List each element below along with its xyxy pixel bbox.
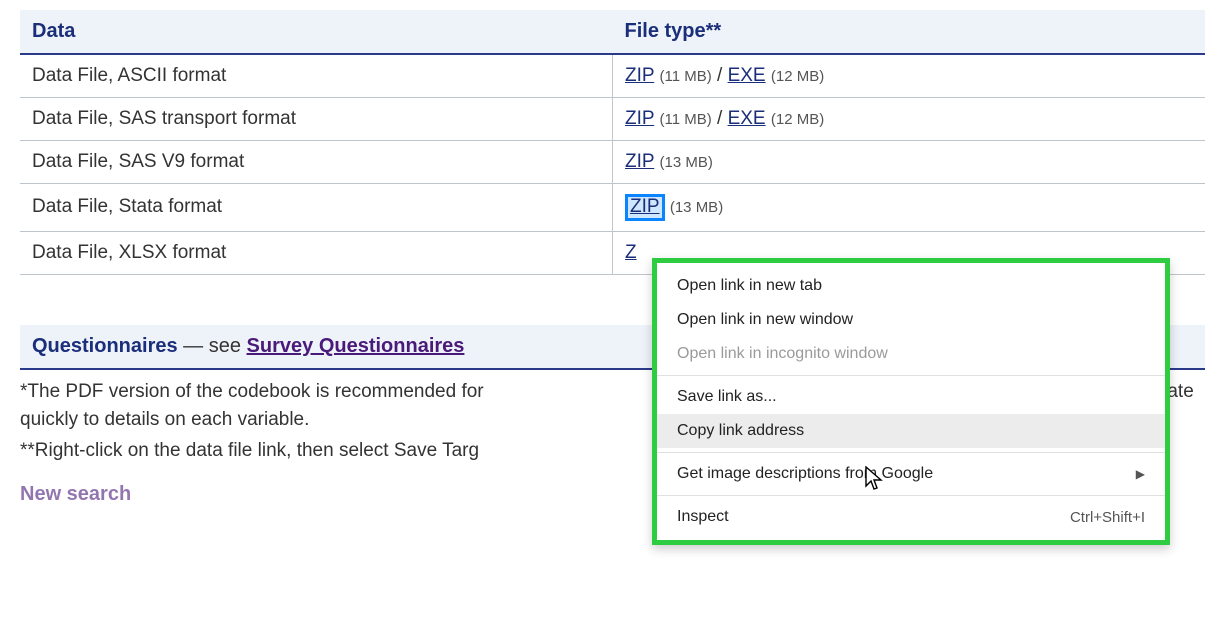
file-type-cell: ZIP (13 MB)	[613, 184, 1206, 232]
context-menu: Open link in new tab Open link in new win…	[652, 258, 1170, 545]
table-row: Data File, SAS V9 formatZIP (13 MB)	[20, 141, 1205, 184]
separator: /	[717, 65, 722, 86]
context-menu-item[interactable]: Copy link address	[657, 414, 1165, 448]
file-link[interactable]: ZIP	[625, 65, 654, 86]
data-label: Data File, SAS transport format	[20, 98, 613, 141]
file-size: (11 MB)	[660, 111, 712, 128]
context-menu-item[interactable]: Inspect Ctrl+Shift+I	[657, 500, 1165, 534]
file-link[interactable]: EXE	[728, 108, 766, 129]
data-label: Data File, SAS V9 format	[20, 141, 613, 184]
dash: —	[183, 335, 209, 357]
file-link[interactable]: EXE	[728, 65, 766, 86]
data-table: Data File type** Data File, ASCII format…	[20, 10, 1205, 275]
table-row: Data File, Stata formatZIP (13 MB)	[20, 184, 1205, 232]
context-menu-item[interactable]: Open link in new tab	[657, 269, 1165, 303]
context-menu-separator	[657, 452, 1165, 453]
file-size: (11 MB)	[660, 68, 712, 85]
file-type-cell: ZIP (11 MB) / EXE (12 MB)	[613, 98, 1206, 141]
context-menu-item[interactable]: Save link as...	[657, 380, 1165, 414]
context-menu-label: Inspect	[677, 508, 729, 526]
table-row: Data File, SAS transport formatZIP (11 M…	[20, 98, 1205, 141]
file-link[interactable]: ZIP	[625, 151, 654, 172]
data-label: Data File, Stata format	[20, 184, 613, 232]
data-label: Data File, XLSX format	[20, 231, 613, 274]
context-menu-label: Save link as...	[677, 388, 777, 406]
table-row: Data File, ASCII formatZIP (11 MB) / EXE…	[20, 54, 1205, 98]
separator: /	[717, 108, 722, 129]
context-menu-separator	[657, 375, 1165, 376]
file-size: (12 MB)	[771, 111, 824, 128]
file-link[interactable]: ZIP	[630, 196, 660, 217]
context-menu-label: Open link in new tab	[677, 277, 822, 295]
context-menu-label: Open link in incognito window	[677, 345, 888, 363]
file-size: (12 MB)	[771, 68, 824, 85]
context-menu-label: Open link in new window	[677, 311, 853, 329]
see-text: see	[209, 335, 241, 357]
file-link[interactable]: ZIP	[625, 108, 654, 129]
file-link[interactable]: Z	[625, 242, 637, 263]
survey-questionnaires-link[interactable]: Survey Questionnaires	[247, 335, 465, 357]
file-type-cell: ZIP (11 MB) / EXE (12 MB)	[613, 54, 1206, 98]
context-menu-label: Get image descriptions from Google	[677, 465, 933, 483]
footnote-1a: *The PDF version of the codebook is reco…	[20, 381, 489, 402]
context-menu-label: Copy link address	[677, 422, 804, 440]
header-filetype: File type**	[613, 10, 1206, 54]
context-menu-item[interactable]: Get image descriptions from Google ▶	[657, 457, 1165, 491]
file-size: (13 MB)	[670, 199, 723, 216]
context-menu-shortcut: Ctrl+Shift+I	[1070, 509, 1145, 526]
context-menu-item: Open link in incognito window	[657, 337, 1165, 371]
data-label: Data File, ASCII format	[20, 54, 613, 98]
questionnaires-title: Questionnaires	[32, 335, 178, 357]
header-data: Data	[20, 10, 613, 54]
highlighted-link[interactable]: ZIP	[625, 194, 665, 221]
context-menu-item[interactable]: Open link in new window	[657, 303, 1165, 337]
file-size: (13 MB)	[660, 154, 713, 171]
context-menu-separator	[657, 495, 1165, 496]
chevron-right-icon: ▶	[1136, 467, 1145, 481]
file-type-cell: ZIP (13 MB)	[613, 141, 1206, 184]
